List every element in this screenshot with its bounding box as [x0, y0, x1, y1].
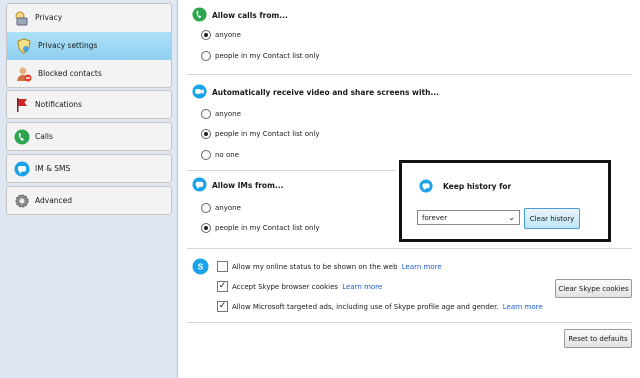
- browser-cookies-checkbox-row[interactable]: ✓ Accept Skype browser cookies Learn mor…: [217, 281, 382, 292]
- radio-button[interactable]: [201, 30, 211, 40]
- sidebar-item-im-sms[interactable]: IM & SMS: [7, 155, 171, 183]
- checkbox-label: Allow my online status to be shown on th…: [232, 262, 442, 271]
- flag-icon: [17, 98, 27, 112]
- targeted-ads-checkbox-row[interactable]: ✓ Allow Microsoft targeted ads, includin…: [217, 301, 543, 312]
- learn-more-link[interactable]: Learn more: [342, 283, 382, 291]
- divider: [187, 248, 632, 249]
- phone-icon: [14, 129, 30, 145]
- sidebar-item-label: Privacy: [35, 13, 63, 22]
- divider: [187, 170, 395, 171]
- video-anyone-radio[interactable]: anyone: [201, 109, 241, 119]
- sidebar-item-label: IM & SMS: [35, 164, 71, 173]
- radio-button[interactable]: [201, 203, 211, 213]
- padlock-icon: [15, 11, 28, 26]
- chat-icon: [419, 179, 433, 193]
- keep-history-title: Keep history for: [443, 182, 512, 191]
- gear-icon: [15, 194, 29, 208]
- checkbox-label: Allow Microsoft targeted ads, including …: [232, 302, 543, 311]
- clear-skype-cookies-button[interactable]: Clear Skype cookies: [555, 279, 632, 298]
- video-section-title: Automatically receive video and share sc…: [212, 88, 440, 97]
- sidebar-item-privacy-settings[interactable]: Privacy settings: [7, 32, 171, 60]
- radio-label: people in my Contact list only: [215, 224, 320, 232]
- sidebar-item-calls[interactable]: Calls: [7, 123, 171, 151]
- im-sms-group: IM & SMS: [6, 154, 172, 183]
- learn-more-link[interactable]: Learn more: [503, 303, 543, 311]
- radio-button[interactable]: [201, 129, 211, 139]
- divider: [187, 74, 632, 75]
- sidebar-item-notifications[interactable]: Notifications: [7, 91, 171, 119]
- sidebar-item-label: Advanced: [35, 196, 73, 205]
- sidebar-item-label: Blocked contacts: [38, 69, 102, 78]
- sidebar-item-label: Calls: [35, 132, 53, 141]
- radio-button[interactable]: [201, 223, 211, 233]
- divider: [187, 322, 632, 323]
- radio-label: no one: [215, 151, 239, 159]
- radio-label: anyone: [215, 31, 241, 39]
- radio-label: people in my Contact list only: [215, 52, 320, 60]
- calls-contacts-only-radio[interactable]: people in my Contact list only: [201, 51, 320, 61]
- clear-history-button[interactable]: Clear history: [524, 208, 580, 229]
- targeted-ads-checkbox[interactable]: ✓: [217, 301, 228, 312]
- radio-label: people in my Contact list only: [215, 130, 320, 138]
- notifications-group: Notifications: [6, 90, 172, 119]
- im-anyone-radio[interactable]: anyone: [201, 203, 241, 213]
- phone-icon: [192, 7, 207, 22]
- learn-more-link[interactable]: Learn more: [402, 263, 442, 271]
- skype-logo-icon: S: [192, 258, 209, 275]
- radio-button[interactable]: [201, 150, 211, 160]
- im-contacts-only-radio[interactable]: people in my Contact list only: [201, 223, 320, 233]
- im-section-title: Allow IMs from...: [212, 181, 284, 190]
- advanced-group: Advanced: [6, 186, 172, 215]
- reset-to-defaults-button[interactable]: Reset to defaults: [564, 329, 632, 348]
- online-status-checkbox[interactable]: [217, 261, 228, 272]
- sidebar-item-label: Privacy settings: [38, 41, 98, 50]
- radio-button[interactable]: [201, 51, 211, 61]
- blocked-user-icon: [17, 67, 32, 82]
- privacy-settings-panel: Allow calls from... anyone people in my …: [179, 0, 640, 378]
- sidebar-item-blocked-contacts[interactable]: Blocked contacts: [7, 60, 171, 88]
- chevron-down-icon: ⌄: [508, 213, 515, 222]
- calls-section-title: Allow calls from...: [212, 11, 288, 20]
- sidebar-item-label: Notifications: [35, 100, 82, 109]
- radio-button[interactable]: [201, 109, 211, 119]
- shield-icon: [17, 38, 31, 54]
- video-contacts-only-radio[interactable]: people in my Contact list only: [201, 129, 320, 139]
- calls-anyone-radio[interactable]: anyone: [201, 30, 241, 40]
- svg-text:S: S: [198, 262, 204, 272]
- calls-group: Calls: [6, 122, 172, 151]
- online-status-checkbox-row[interactable]: Allow my online status to be shown on th…: [217, 261, 442, 272]
- select-value: forever: [422, 213, 448, 222]
- browser-cookies-checkbox[interactable]: ✓: [217, 281, 228, 292]
- privacy-group: Privacy Privacy settings Blocked contact…: [6, 3, 172, 88]
- chat-icon: [192, 177, 207, 192]
- sidebar-item-advanced[interactable]: Advanced: [7, 187, 171, 215]
- radio-label: anyone: [215, 110, 241, 118]
- sidebar: Privacy Privacy settings Blocked contact…: [0, 0, 178, 378]
- keep-history-box: Keep history for forever ⌄ Clear history: [399, 160, 611, 242]
- video-icon: [192, 84, 207, 99]
- skype-chat-icon: [14, 161, 30, 177]
- history-duration-select[interactable]: forever ⌄: [417, 210, 520, 225]
- video-no-one-radio[interactable]: no one: [201, 150, 239, 160]
- checkbox-label: Accept Skype browser cookies Learn more: [232, 282, 383, 291]
- radio-label: anyone: [215, 204, 241, 212]
- sidebar-item-privacy[interactable]: Privacy: [7, 4, 171, 32]
